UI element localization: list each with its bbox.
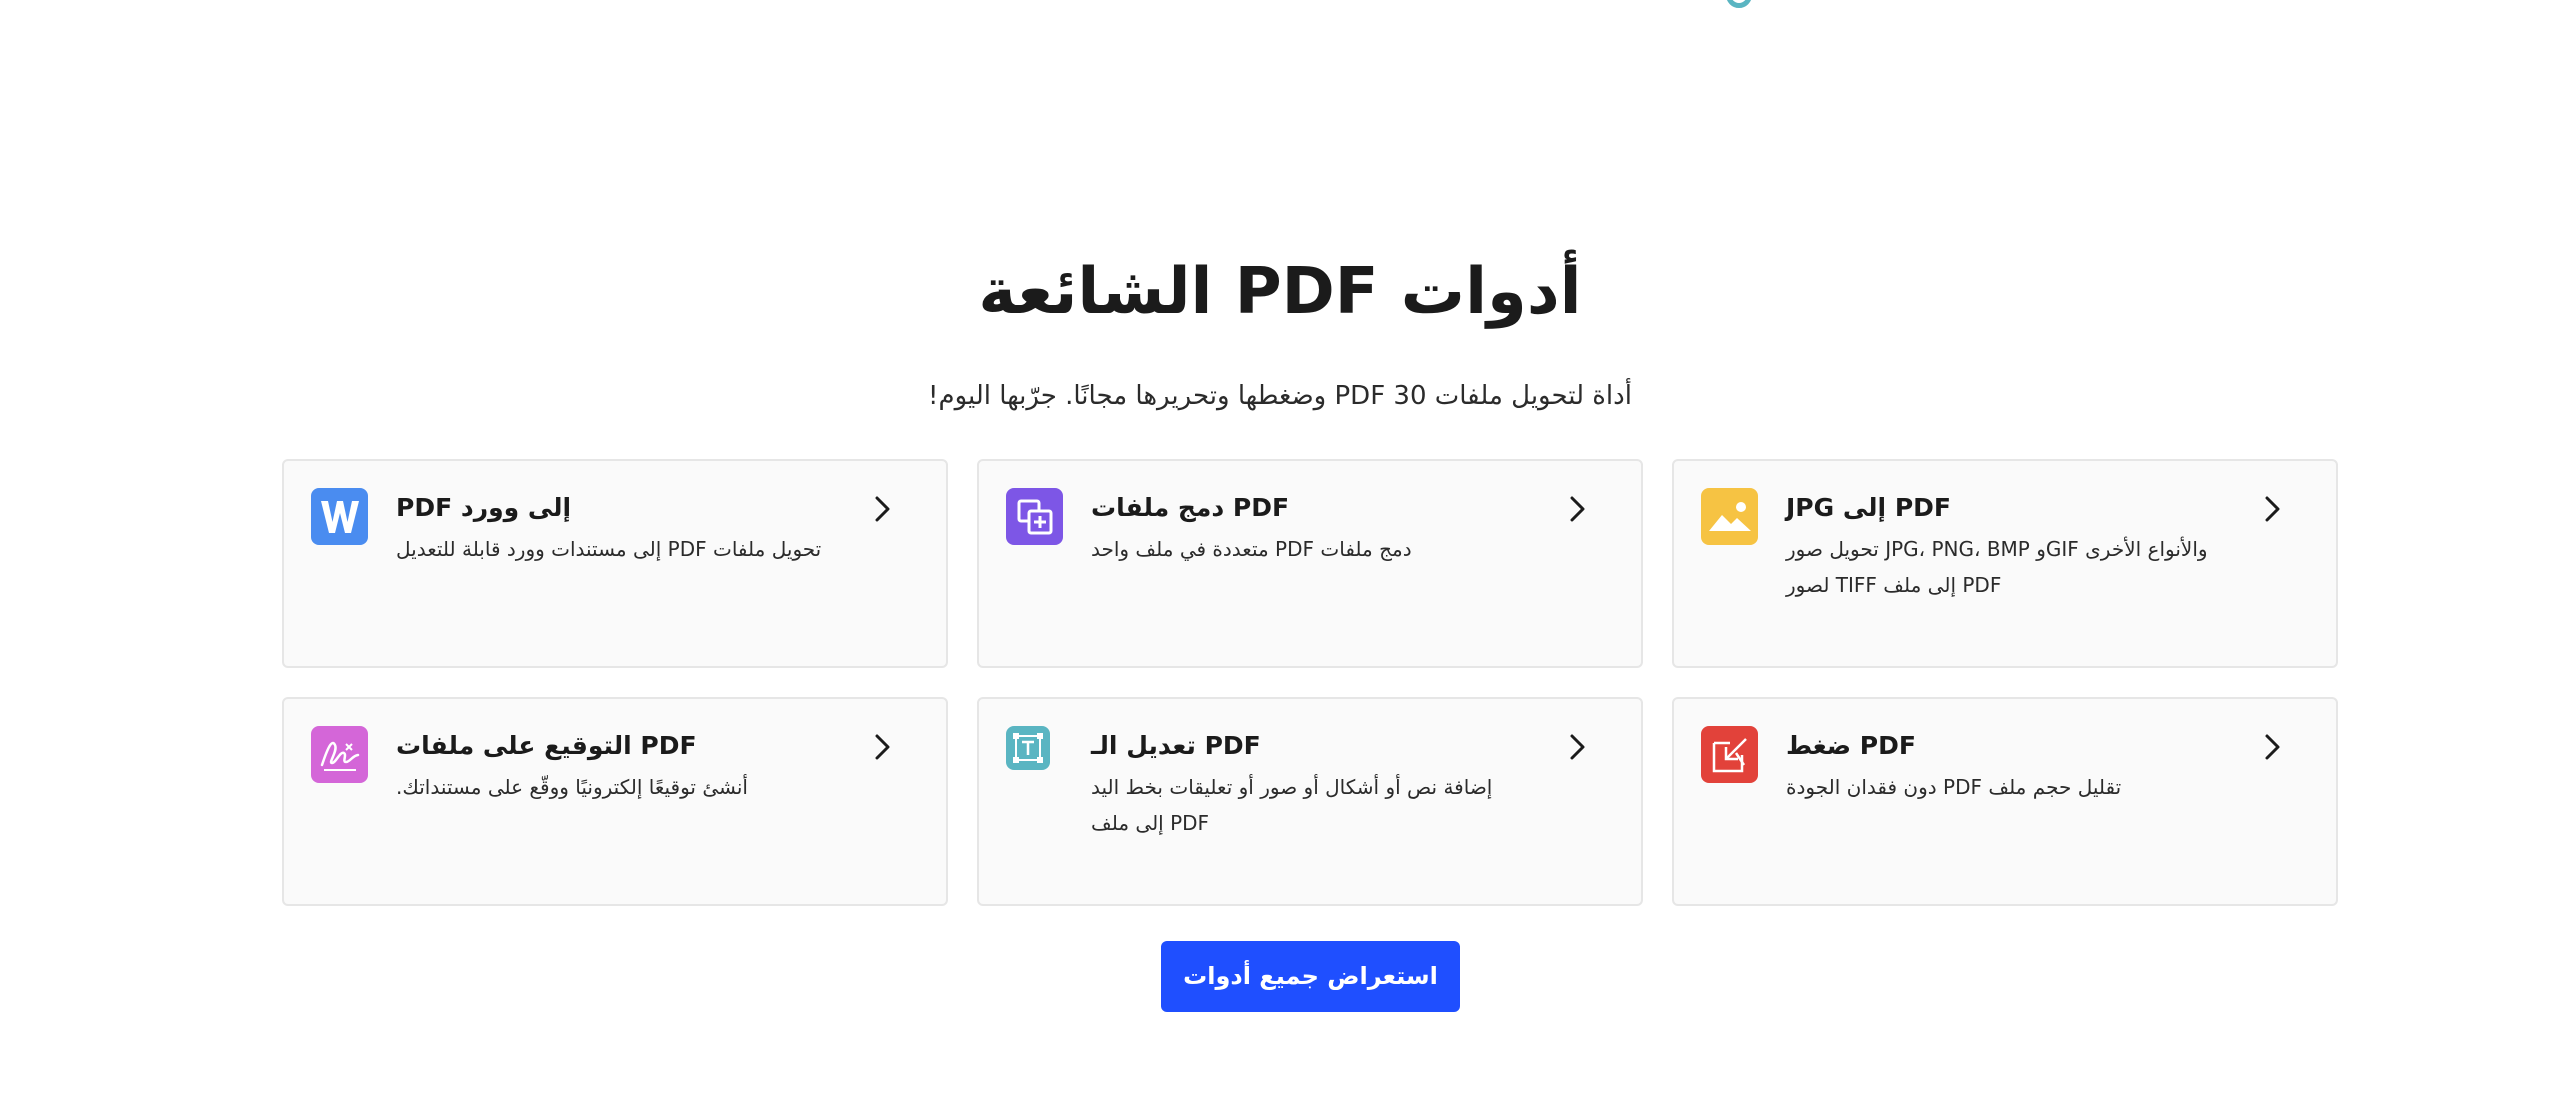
chevron-right-icon (1570, 496, 1585, 522)
tool-card-compress-pdf[interactable]: ضغط PDF دون فقدان الجودة PDF تقليل حجم م… (1672, 697, 2338, 906)
tool-title: JPG إلى PDF (1786, 493, 1951, 522)
tool-card-jpg-to-pdf[interactable]: JPG إلى PDF تحويل صور JPG، PNG، BMP وGIF… (1672, 459, 2338, 668)
compress-icon (1701, 726, 1758, 783)
merge-icon (1006, 488, 1063, 545)
edit-icon (1006, 726, 1050, 770)
tool-card-edit-pdf[interactable]: تعديل الـ PDF إضافة نص أو أشكال أو صور أ… (977, 697, 1643, 906)
section-subheading: !وضغطها وتحريرها مجانًا. جرّبها اليوم PD… (928, 381, 1632, 411)
tool-description: دون فقدان الجودة PDF تقليل حجم ملف (1786, 775, 2122, 799)
tool-description: متعددة في ملف واحد PDF دمج ملفات (1091, 537, 1412, 561)
tool-title: PDF إلى وورد (396, 493, 572, 522)
tool-description: إضافة نص أو أشكال أو صور أو تعليقات بخط … (1091, 775, 1493, 835)
tool-title: ضغط PDF (1786, 731, 1916, 760)
tool-title: دمج ملفات PDF (1091, 493, 1290, 522)
chevron-right-icon (2265, 734, 2280, 760)
tool-card-pdf-to-word[interactable]: PDF إلى وورد إلى مستندات وورد قابلة للتع… (282, 459, 948, 668)
tool-description: تحويل صور JPG، PNG، BMP وGIF والأنواع ال… (1786, 537, 2208, 597)
chevron-right-icon (1570, 734, 1585, 760)
chevron-right-icon (875, 496, 890, 522)
view-all-tools-button[interactable]: استعراض جميع أدوات PDF (1161, 941, 1460, 1061)
image-icon (1701, 488, 1758, 545)
chevron-right-icon (875, 734, 890, 760)
chevron-right-icon (2265, 496, 2280, 522)
decorative-circle-icon (1726, 0, 1752, 8)
tool-description: .أنشئ توقيعًا إلكترونيًا ووقّع على مستند… (396, 775, 748, 799)
tool-title: التوقيع على ملفات PDF (396, 731, 697, 760)
tool-description: إلى مستندات وورد قابلة للتعديل PDF تحويل… (396, 537, 822, 561)
word-icon (311, 488, 368, 545)
tool-card-sign-pdf[interactable]: التوقيع على ملفات PDF .أنشئ توقيعًا إلكت… (282, 697, 948, 906)
tool-card-merge-pdf[interactable]: دمج ملفات PDF متعددة في ملف واحد PDF دمج… (977, 459, 1643, 668)
signature-icon (311, 726, 368, 783)
tool-title: تعديل الـ PDF (1091, 731, 1261, 760)
section-heading: الشائعة PDF أدوات (978, 255, 1582, 329)
